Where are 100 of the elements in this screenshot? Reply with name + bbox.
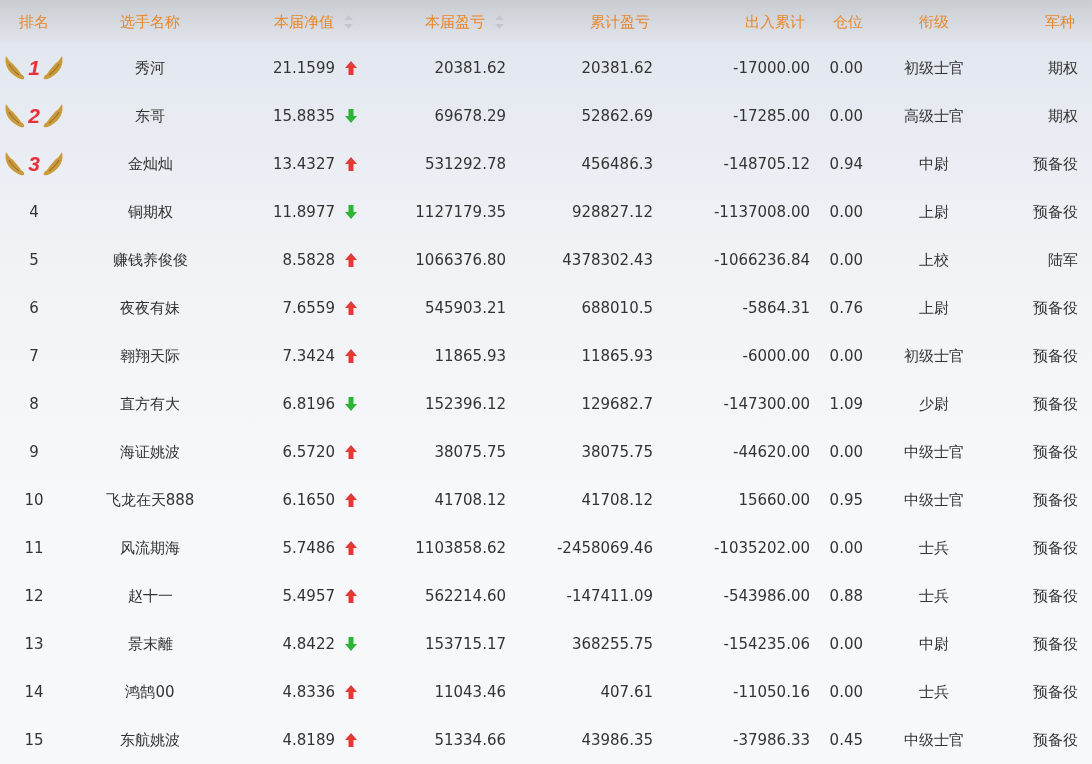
player-name: 东航姚波 [119,730,181,750]
table-cell-text: 0.95 [828,491,864,509]
table-cell-text: 0.00 [828,203,864,221]
wing-icon [4,55,27,81]
table-cell: 4.8422 [282,635,335,653]
table-cell-text: 531292.78 [423,155,507,173]
table-cell-text: 11043.46 [433,683,507,701]
player-name: 直方有大 [119,394,181,414]
table-cell: 15.8835 [272,107,335,125]
table-cell-text: 152396.12 [423,395,507,413]
rank-number: 12 [23,587,45,605]
table-cell-text: 预备役 [1032,730,1079,750]
table-cell-text: 0.94 [828,155,864,173]
player-name: 飞龙在天888 [104,490,196,510]
table-cell: 4.8189 [282,731,335,749]
table-cell-text: 0.00 [828,107,864,125]
player-name: 赚钱养俊俊 [111,250,189,270]
rank-number: 11 [23,539,45,557]
table-cell-text: 41708.12 [433,491,507,509]
table-cell-text: 38075.75 [580,443,654,461]
table-cell-text: 预备役 [1032,154,1079,174]
rank-number: 5 [28,251,40,269]
table-cell-text: 129682.7 [580,395,654,413]
table-cell-text: 0.00 [828,443,864,461]
wing-icon [41,55,64,81]
column-header[interactable]: 本届盈亏 [425,12,485,32]
table-cell-text: 预备役 [1032,442,1079,462]
player-name: 鸿鹄00 [124,682,176,702]
table-cell-text: 1.09 [828,395,864,413]
table-cell-text: 上校 [918,250,950,270]
player-name: 金灿灿 [126,154,174,174]
table-cell-text: 456486.3 [580,155,654,173]
table-cell-text: 20381.62 [580,59,654,77]
rank-number: 14 [23,683,45,701]
table-cell-text: 中级士官 [903,442,965,462]
wing-icon [41,103,64,129]
table-cell: 4.8336 [282,683,335,701]
column-header: 排名 [19,12,49,32]
wing-icon [41,151,64,177]
table-cell-text: -37986.33 [732,731,811,749]
table-cell-text: 1103858.62 [414,539,507,557]
table-cell-text: 中级士官 [903,490,965,510]
table-cell-text: -154235.06 [722,635,811,653]
rank-number: 3 [28,152,40,176]
table-cell-text: 11865.93 [433,347,507,365]
table-cell-text: -2458069.46 [555,539,654,557]
column-header[interactable]: 本届净值 [274,12,334,32]
sort-icon[interactable] [495,15,504,29]
rank-number: 8 [28,395,40,413]
table-cell-text: 51334.66 [433,731,507,749]
table-cell-text: 0.00 [828,347,864,365]
table-cell-text: 153715.17 [423,635,507,653]
table-cell-text: 407.61 [599,683,654,701]
table-cell-text: 初级士官 [903,58,965,78]
player-name: 秀河 [134,58,166,78]
rank-number: 2 [28,104,40,128]
rank-number: 7 [28,347,40,365]
table-cell-text: 初级士官 [903,346,965,366]
table-cell-text: -17285.00 [732,107,811,125]
table-cell: 6.8196 [282,395,335,413]
player-name: 赵十一 [126,586,174,606]
table-cell-text: 士兵 [918,538,950,558]
table-cell-text: 928827.12 [570,203,654,221]
column-header: 出入累计 [745,12,805,32]
table-cell-text: 预备役 [1032,490,1079,510]
table-cell-text: -147300.00 [722,395,811,413]
table-cell: 6.1650 [282,491,335,509]
table-cell-text: -1035202.00 [712,539,811,557]
rank-number: 9 [28,443,40,461]
table-cell-text: 上尉 [918,298,950,318]
table-cell: 7.3424 [282,347,335,365]
table-cell-text: -543986.00 [722,587,811,605]
table-cell-text: 52862.69 [580,107,654,125]
player-name: 景末離 [126,634,174,654]
table-cell-text: 43986.35 [580,731,654,749]
table-cell-text: 期权 [1047,58,1079,78]
table-cell-text: 688010.5 [580,299,654,317]
table-cell-text: 0.76 [828,299,864,317]
player-name: 夜夜有妹 [119,298,181,318]
wing-icon [4,151,27,177]
table-cell: 7.6559 [282,299,335,317]
table-cell: 13.4327 [272,155,335,173]
table-cell-text: 预备役 [1032,634,1079,654]
table-cell-text: -148705.12 [722,155,811,173]
table-cell-text: 69678.29 [433,107,507,125]
table-cell-text: 上尉 [918,202,950,222]
column-header: 军种 [1045,12,1075,32]
column-header: 衔级 [919,12,949,32]
table-cell-text: 41708.12 [580,491,654,509]
sort-icon[interactable] [344,15,353,29]
table-cell-text: 4378302.43 [561,251,654,269]
table-cell-text: 545903.21 [423,299,507,317]
table-cell-text: 0.88 [828,587,864,605]
table-cell-text: 士兵 [918,682,950,702]
table-cell-text: 1127179.35 [414,203,507,221]
table-cell-text: 0.00 [828,59,864,77]
table-cell-text: 士兵 [918,586,950,606]
player-name: 风流期海 [119,538,181,558]
table-cell-text: 15660.00 [737,491,811,509]
table-cell-text: 高级士官 [903,106,965,126]
